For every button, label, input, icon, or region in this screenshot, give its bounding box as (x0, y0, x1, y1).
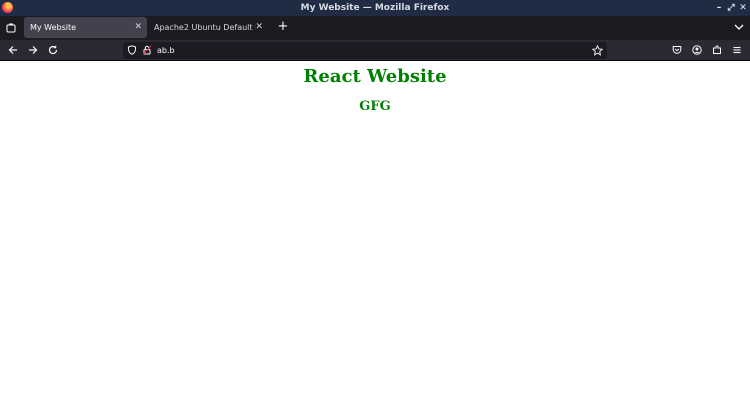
chevron-down-icon (734, 24, 744, 30)
tab-overview-icon (6, 23, 16, 33)
application-menu-button[interactable] (730, 43, 744, 57)
page-title: React Website (303, 66, 447, 87)
hamburger-menu-icon (733, 46, 741, 54)
address-bar[interactable]: ab.b (123, 42, 607, 59)
tab-label: My Website (30, 23, 77, 32)
restore-button[interactable]: ⤢ (727, 0, 735, 16)
back-button[interactable] (6, 43, 20, 57)
plus-icon: + (277, 19, 289, 34)
account-button[interactable] (690, 43, 704, 57)
minimize-button[interactable]: – (715, 0, 723, 16)
arrow-left-icon (8, 46, 17, 54)
tab-strip: My Website ✕ Apache2 Ubuntu Default Pa ✕… (0, 16, 750, 40)
account-icon (692, 45, 702, 55)
window-titlebar[interactable]: My Website — Mozilla Firefox – ⤢ ✕ (0, 0, 750, 16)
page-viewport: React Website GFG (0, 62, 750, 407)
close-icon[interactable]: ✕ (255, 17, 263, 38)
close-window-button[interactable]: ✕ (739, 0, 747, 16)
tab-label: Apache2 Ubuntu Default Pa (154, 23, 256, 32)
extensions-button[interactable] (710, 43, 724, 57)
reload-button[interactable] (46, 43, 60, 57)
arrow-right-icon (29, 46, 38, 54)
lock-warning-icon (142, 45, 152, 55)
forward-button[interactable] (26, 43, 40, 57)
window-controls: – ⤢ ✕ (715, 0, 747, 16)
tracking-protection-button[interactable] (126, 44, 138, 56)
bookmark-button[interactable] (591, 44, 603, 56)
list-all-tabs-button[interactable] (733, 21, 745, 33)
shield-icon (127, 45, 137, 55)
puzzle-icon (713, 45, 721, 54)
window-title: My Website — Mozilla Firefox (300, 3, 450, 13)
tab-my-website[interactable]: My Website ✕ (24, 17, 147, 38)
tab-overview-button[interactable] (4, 21, 18, 35)
reload-icon (48, 45, 58, 55)
star-icon (591, 44, 603, 56)
tab-apache2-default[interactable]: Apache2 Ubuntu Default Pa ✕ (148, 17, 268, 38)
navigation-toolbar: ab.b (0, 40, 750, 61)
site-information-button[interactable] (141, 44, 153, 56)
pocket-button[interactable] (670, 43, 684, 57)
close-icon[interactable]: ✕ (134, 17, 142, 38)
firefox-logo-icon (2, 2, 13, 13)
new-tab-button[interactable]: + (276, 19, 290, 35)
pocket-icon (672, 46, 682, 54)
page-subtitle: GFG (359, 99, 391, 114)
url-text[interactable]: ab.b (157, 42, 175, 59)
